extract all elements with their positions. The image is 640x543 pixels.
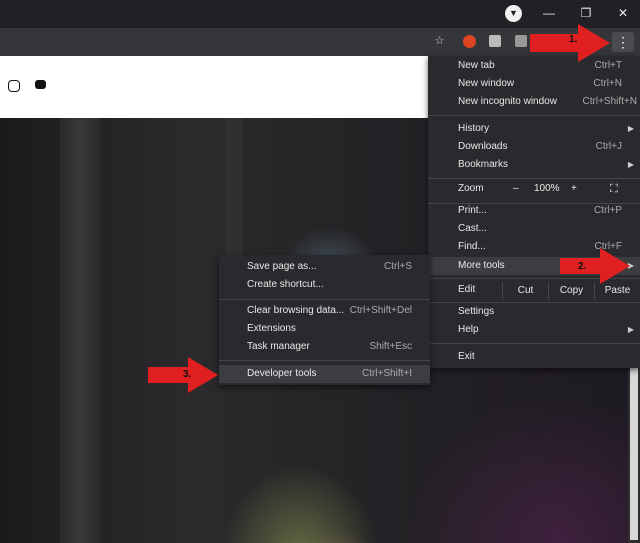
extension-s-icon[interactable] xyxy=(489,35,501,47)
chrome-menu: New tab Ctrl+T New window Ctrl+N New incog… xyxy=(428,56,640,368)
menu-item-help[interactable]: Help ▶ xyxy=(428,321,640,339)
extension-red-icon[interactable] xyxy=(463,35,476,48)
discord-icon[interactable] xyxy=(35,80,46,89)
submenu-item-clear-browsing-data[interactable]: Clear browsing data... Ctrl+Shift+Del xyxy=(219,302,430,320)
submenu-item-save-page[interactable]: Save page as... Ctrl+S xyxy=(219,258,430,276)
submenu-item-extensions[interactable]: Extensions xyxy=(219,320,430,338)
instagram-icon[interactable] xyxy=(8,80,20,92)
fullscreen-icon[interactable]: ⛶ xyxy=(610,180,618,198)
menu-separator xyxy=(219,360,430,361)
menu-separator xyxy=(219,299,430,300)
annotation-label-2: 2. xyxy=(578,261,587,272)
close-button[interactable]: ✕ xyxy=(606,0,640,26)
menu-item-print[interactable]: Print... Ctrl+P xyxy=(428,202,640,220)
site-header xyxy=(0,56,428,118)
edit-cut-button[interactable]: Cut xyxy=(502,282,548,300)
menu-item-exit[interactable]: Exit xyxy=(428,348,640,366)
restore-button[interactable]: ❐ xyxy=(569,0,603,26)
submenu-item-create-shortcut[interactable]: Create shortcut... xyxy=(219,276,430,294)
menu-separator xyxy=(428,343,640,344)
chevron-right-icon: ▶ xyxy=(627,160,634,169)
menu-separator xyxy=(428,115,640,116)
edit-paste-button[interactable]: Paste xyxy=(594,282,640,300)
menu-item-history[interactable]: History ▶ xyxy=(428,120,640,138)
more-tools-submenu: Save page as... Ctrl+S Create shortcut...… xyxy=(219,255,430,385)
annotation-label-1: 1. xyxy=(569,34,578,45)
zoom-out-button[interactable]: – xyxy=(513,180,519,198)
menu-item-settings[interactable]: Settings xyxy=(428,303,640,321)
menu-item-new-incognito[interactable]: New incognito window Ctrl+Shift+N xyxy=(428,93,640,111)
menu-separator xyxy=(428,178,640,179)
annotation-arrow-2 xyxy=(560,248,630,284)
extension-grey-icon[interactable] xyxy=(515,35,527,47)
minimize-button[interactable]: — xyxy=(532,0,566,26)
chrome-menu-button[interactable]: ⋮ xyxy=(612,32,634,52)
chevron-right-icon: ▶ xyxy=(627,325,634,334)
bookmark-star-icon[interactable]: ☆ xyxy=(432,34,447,49)
menu-item-downloads[interactable]: Downloads Ctrl+J xyxy=(428,138,640,156)
menu-item-bookmarks[interactable]: Bookmarks ▶ xyxy=(428,156,640,174)
menu-item-cast[interactable]: Cast... xyxy=(428,220,640,238)
menu-item-zoom: Zoom – 100% + ⛶ xyxy=(428,180,640,198)
edit-copy-button[interactable]: Copy xyxy=(548,282,594,300)
annotation-label-3: 3. xyxy=(183,369,192,380)
chevron-right-icon: ▶ xyxy=(627,124,634,133)
case-frame-bar xyxy=(225,118,243,258)
menu-item-new-window[interactable]: New window Ctrl+N xyxy=(428,75,640,93)
zoom-in-button[interactable]: + xyxy=(571,180,577,198)
zoom-level: 100% xyxy=(534,183,560,194)
submenu-item-task-manager[interactable]: Task manager Shift+Esc xyxy=(219,338,430,356)
profile-download-icon[interactable]: ▼ xyxy=(505,5,522,22)
case-frame-left xyxy=(60,118,100,543)
submenu-item-developer-tools[interactable]: Developer tools Ctrl+Shift+I xyxy=(219,365,430,383)
